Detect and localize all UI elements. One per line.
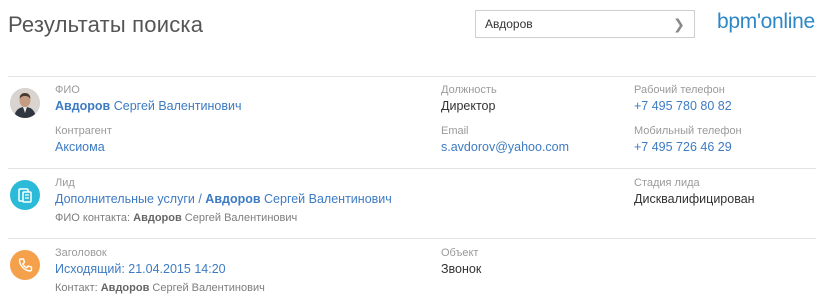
lead-stage-field: Стадия лида Дисквалифицирован	[634, 177, 755, 207]
job-label: Должность	[441, 84, 497, 96]
lead-stage-label: Стадия лида	[634, 177, 700, 189]
page-title: Результаты поиска	[8, 12, 204, 37]
account-link[interactable]: Аксиома	[55, 139, 112, 155]
avatar	[10, 88, 40, 118]
job-field: Должность Директор	[441, 84, 497, 114]
activity-title-field: Заголовок Исходящий: 21.04.2015 14:20 Ко…	[55, 247, 265, 295]
lead-contact-label: ФИО контакта:	[55, 212, 131, 224]
lead-stage-value: Дисквалифицирован	[634, 192, 755, 206]
name-label: ФИО	[55, 84, 80, 96]
lead-contact-match: Авдоров	[133, 212, 182, 224]
lead-title-rest: Сергей Валентинович	[260, 192, 392, 206]
account-label: Контрагент	[55, 125, 112, 137]
lead-title-field: Лид Дополнительные услуги / Авдоров Серг…	[55, 177, 392, 225]
search-input[interactable]	[476, 11, 666, 37]
activity-object-label: Объект	[441, 247, 479, 259]
work-phone-label: Рабочий телефон	[634, 84, 725, 96]
activity-object-field: Объект Звонок	[441, 247, 481, 277]
work-phone-field: Рабочий телефон +7 495 780 80 82	[634, 84, 732, 114]
activity-contact-line: Контакт: Авдоров Сергей Валентинович	[55, 282, 265, 295]
lead-title-match: Авдоров	[205, 192, 261, 206]
mobile-phone-label: Мобильный телефон	[634, 125, 742, 137]
activity-object-value: Звонок	[441, 262, 482, 276]
mobile-phone-field: Мобильный телефон +7 495 726 46 29	[634, 125, 742, 155]
logo: bpm'online	[717, 10, 815, 33]
activity-contact-rest: Сергей Валентинович	[149, 282, 265, 294]
lead-icon	[10, 180, 40, 210]
lead-contact-rest: Сергей Валентинович	[181, 212, 298, 224]
lead-contact-line: ФИО контакта: Авдоров Сергей Валентинови…	[55, 212, 392, 225]
lead-title-prefix: Дополнительные услуги /	[55, 192, 206, 206]
name-field: ФИО Авдоров Сергей Валентинович	[55, 84, 241, 114]
call-icon	[10, 250, 40, 280]
account-field: Контрагент Аксиома	[55, 125, 112, 155]
chevron-right-icon[interactable]: ❯	[672, 15, 686, 33]
contact-name-match: Авдоров	[55, 99, 111, 113]
lead-title-link[interactable]: Дополнительные услуги / Авдоров Сергей В…	[55, 191, 392, 207]
contact-name-link[interactable]: Авдоров Сергей Валентинович	[55, 98, 241, 114]
mobile-phone-link[interactable]: +7 495 726 46 29	[634, 139, 742, 155]
email-field: Email s.avdorov@yahoo.com	[441, 125, 569, 155]
email-link[interactable]: s.avdorov@yahoo.com	[441, 139, 569, 155]
email-label: Email	[441, 125, 469, 137]
activity-contact-match: Авдоров	[100, 282, 150, 294]
result-lead: Лид Дополнительные услуги / Авдоров Серг…	[0, 168, 824, 238]
contact-name-rest: Сергей Валентинович	[110, 99, 242, 113]
activity-title-link[interactable]: Исходящий: 21.04.2015 14:20	[55, 261, 265, 277]
activity-contact-label: Контакт:	[55, 282, 98, 294]
result-activity: Заголовок Исходящий: 21.04.2015 14:20 Ко…	[0, 238, 824, 297]
activity-label: Заголовок	[55, 247, 107, 259]
search-box[interactable]: ❯	[475, 10, 695, 38]
work-phone-link[interactable]: +7 495 780 80 82	[634, 98, 732, 114]
result-contact: ФИО Авдоров Сергей Валентинович Контраге…	[0, 76, 824, 168]
lead-label: Лид	[55, 177, 75, 189]
job-value: Директор	[441, 99, 496, 113]
